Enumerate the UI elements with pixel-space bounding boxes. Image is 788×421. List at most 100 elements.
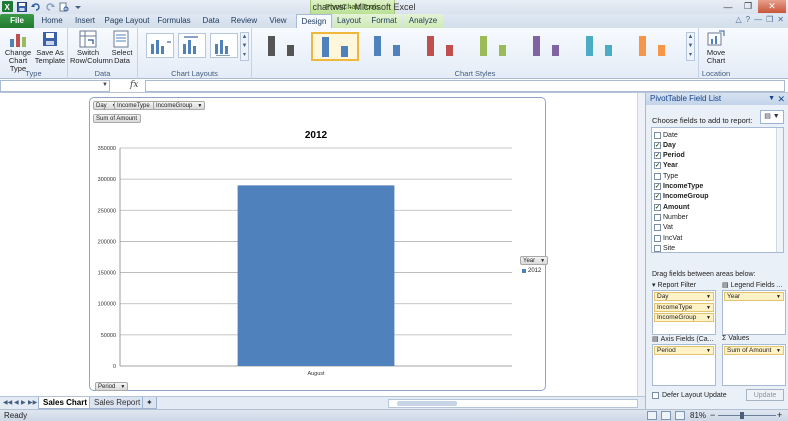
chart-styles-more-icon[interactable]: ▲ ▼ ▾ <box>686 32 695 61</box>
move-chart-button[interactable]: Move Chart <box>700 30 732 65</box>
normal-view-icon[interactable] <box>647 411 657 420</box>
dropdown-arrow-icon[interactable]: ▼ <box>706 347 711 355</box>
field-checkbox[interactable]: ✓ <box>654 162 661 170</box>
workbook-close-icon[interactable]: ✕ <box>777 15 784 24</box>
next-sheet-icon[interactable]: ▶ <box>21 399 26 406</box>
area-chip-period[interactable]: Period ▼ <box>654 346 714 355</box>
close-icon[interactable]: ✕ <box>758 0 786 13</box>
select-data-button[interactable]: Select Data <box>108 30 136 65</box>
minimize-icon[interactable]: — <box>718 0 738 13</box>
chart-style-4[interactable] <box>417 32 465 61</box>
tab-format[interactable]: Format <box>366 14 402 28</box>
field-checkbox[interactable] <box>654 244 661 252</box>
horizontal-scroll-thumb[interactable] <box>397 401 457 406</box>
tab-file[interactable]: File <box>0 14 34 28</box>
field-checkbox[interactable] <box>654 213 661 221</box>
sheet-tab-sales-chart[interactable]: Sales Chart <box>38 397 93 409</box>
dropdown-arrow-icon[interactable]: ▼ <box>706 293 711 301</box>
field-item-period[interactable]: ✓ Period <box>654 151 685 161</box>
field-checkbox[interactable]: ✓ <box>654 152 661 160</box>
dropdown-arrow-icon[interactable]: ▼ <box>776 293 781 301</box>
pane-close-icon[interactable]: ✕ <box>777 93 785 105</box>
field-item-vat[interactable]: Vat <box>654 223 673 233</box>
help-icon[interactable]: ? <box>746 15 750 24</box>
switch-row-column-button[interactable]: Switch Row/Column <box>70 30 113 65</box>
chart-style-7[interactable] <box>576 32 624 61</box>
sheet-tab-sales-report[interactable]: Sales Report <box>89 397 146 409</box>
chart-style-2[interactable] <box>311 32 359 61</box>
defer-layout-checkbox[interactable] <box>652 392 659 399</box>
prev-sheet-icon[interactable]: ◀ <box>14 399 19 406</box>
field-checkbox[interactable]: ✓ <box>654 183 661 190</box>
restore-icon[interactable]: ❐ <box>738 0 758 13</box>
area-chip-sum-of-amount[interactable]: Sum of Amount ▼ <box>724 346 784 355</box>
tab-design[interactable]: Design <box>296 14 332 28</box>
pane-options-icon[interactable]: ▼ <box>768 93 775 105</box>
tab-home[interactable]: Home <box>38 14 66 28</box>
update-button[interactable]: Update <box>746 389 784 401</box>
field-item-number[interactable]: Number <box>654 212 688 222</box>
name-box[interactable]: ▼ <box>0 80 110 92</box>
report-filter-area[interactable]: Day ▼ IncomeType ▼ IncomeGroup ▼ <box>652 290 716 335</box>
tab-formulas[interactable]: Formulas <box>154 14 194 28</box>
field-checkbox[interactable]: ✓ <box>654 141 661 149</box>
field-list-layout-button[interactable]: ▤ ▼ <box>760 110 784 124</box>
field-checkbox[interactable] <box>654 131 661 139</box>
tab-page-layout[interactable]: Page Layout <box>104 14 150 28</box>
first-sheet-icon[interactable]: ◀◀ <box>3 399 12 406</box>
insert-sheet-icon[interactable]: ✦ <box>142 397 157 409</box>
chart-style-3[interactable] <box>364 32 412 61</box>
values-area[interactable]: Sum of Amount ▼ <box>722 344 786 386</box>
field-item-incometype[interactable]: ✓ IncomeType <box>654 182 703 192</box>
field-checkbox[interactable]: ✓ <box>654 193 661 201</box>
page-break-view-icon[interactable] <box>675 411 685 420</box>
chart-layout-1[interactable] <box>146 33 174 58</box>
chart-style-5[interactable] <box>470 32 518 61</box>
chart-style-1[interactable] <box>258 32 306 61</box>
field-item-amount[interactable]: ✓ Amount <box>654 202 689 212</box>
axis-field-button-period[interactable]: Period ▼ <box>95 382 129 391</box>
tab-review[interactable]: Review <box>228 14 260 28</box>
save-as-template-button[interactable]: Save As Template <box>34 30 66 65</box>
field-item-type[interactable]: Type <box>654 171 678 181</box>
tab-layout[interactable]: Layout <box>333 14 365 28</box>
field-checkbox[interactable]: ✓ <box>654 203 661 211</box>
field-item-incomegroup[interactable]: ✓ IncomeGroup <box>654 192 709 202</box>
filter-button-incomegroup[interactable]: IncomeGroup ▼ <box>153 101 206 110</box>
pivot-chart[interactable]: 2012 0 50000 100000 150000 200000 250000 300000… <box>89 97 549 391</box>
value-field-button[interactable]: Sum of Amount <box>93 114 142 123</box>
zoom-level[interactable]: 81% <box>690 411 706 420</box>
zoom-slider[interactable] <box>718 415 776 416</box>
field-checkbox[interactable] <box>654 234 661 242</box>
area-chip-year[interactable]: Year ▼ <box>724 292 784 301</box>
area-chip-incometype[interactable]: IncomeType ▼ <box>654 302 714 312</box>
name-box-dropdown-icon[interactable]: ▼ <box>102 82 108 88</box>
tab-insert[interactable]: Insert <box>70 14 100 28</box>
axis-fields-area[interactable]: Period ▼ <box>652 344 716 386</box>
workbook-restore-icon[interactable]: ❐ <box>766 15 773 24</box>
zoom-in-icon[interactable]: + <box>777 410 782 420</box>
chart-style-6[interactable] <box>523 32 571 61</box>
workbook-minimize-icon[interactable]: — <box>754 15 762 24</box>
dropdown-arrow-icon[interactable]: ▼ <box>776 347 781 355</box>
legend-fields-area[interactable]: Year ▼ <box>722 290 786 335</box>
page-layout-view-icon[interactable] <box>661 411 671 420</box>
tab-view[interactable]: View <box>264 14 292 28</box>
last-sheet-icon[interactable]: ▶▶ <box>28 399 37 406</box>
field-item-day[interactable]: ✓ Day <box>654 140 676 150</box>
field-item-incvat[interactable]: IncVat <box>654 233 682 243</box>
formula-input[interactable] <box>145 80 785 92</box>
minimize-ribbon-icon[interactable]: △ <box>736 15 742 24</box>
chart-layout-3[interactable] <box>210 33 238 58</box>
field-list-scrollbar[interactable] <box>776 128 783 252</box>
chart-style-8[interactable] <box>629 32 677 61</box>
change-chart-type-button[interactable]: Change Chart Type <box>2 30 34 73</box>
field-item-site[interactable]: Site <box>654 243 675 253</box>
field-checkbox[interactable] <box>654 224 661 232</box>
zoom-out-icon[interactable]: − <box>710 410 715 420</box>
insert-function-icon[interactable]: fx <box>130 80 138 90</box>
field-item-date[interactable]: Date <box>654 130 678 140</box>
tab-analyze[interactable]: Analyze <box>403 14 443 28</box>
dropdown-arrow-icon[interactable]: ▼ <box>706 314 711 322</box>
chart-layout-2[interactable] <box>178 33 206 58</box>
